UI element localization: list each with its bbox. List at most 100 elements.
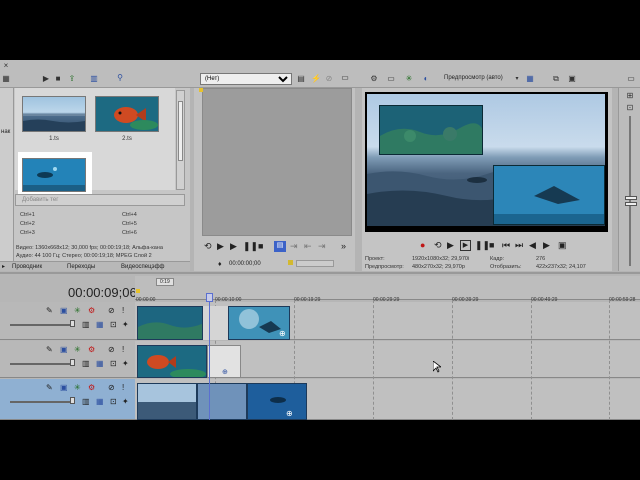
track-1-fade-icon[interactable]: ▥ [82,320,90,329]
trimmer-more-icon[interactable]: » [341,242,346,251]
pause-icon[interactable]: ❚❚ [475,241,490,250]
track-1-settings-icon[interactable]: ⚙ [88,306,95,315]
track-3-fx-icon[interactable]: ✳ [74,383,81,392]
track-header-1[interactable]: ✎ ▣ ✳ ⚙ ⊘ ! ▥ ▦ ⊡ ✦ [0,302,135,340]
external-monitor-icon[interactable]: ▭ [387,75,395,83]
import-icon[interactable]: ⇪ [68,75,76,83]
clip-track2-fx-icon[interactable]: ⊕ [222,368,228,376]
media-scrollbar-thumb[interactable] [178,101,183,161]
preview-quality-label[interactable]: Предпросмотр (авто) [444,75,503,81]
search-icon[interactable]: ⚲ [116,74,124,82]
track-3-level-slider[interactable] [10,401,72,403]
preview-more-icon[interactable]: ▣ [558,241,567,250]
play-icon[interactable]: ▶ [42,75,50,83]
loop-icon[interactable]: ⟲ [434,241,442,250]
track-1-lock-icon[interactable]: ⊡ [110,320,117,329]
media-thumbnail-1[interactable] [22,96,86,132]
go-start-icon[interactable]: ⏮ [502,241,510,250]
trimmer-add-before-icon[interactable]: ⇤ [304,242,312,251]
tag-input[interactable]: Добавить тег [15,194,185,206]
track-2-level-knob[interactable] [70,359,75,366]
track-2-motion-icon[interactable]: ▣ [60,345,68,354]
copy-frame-icon[interactable]: ⧉ [552,75,560,83]
preview-properties-icon[interactable]: ⚙ [370,75,378,83]
trimmer-mode-icon[interactable]: ▤ [274,241,286,252]
trimmer-play-icon[interactable]: ▶ [230,242,237,251]
track-2-solo-icon[interactable]: ! [122,345,124,354]
mixer-fader-knob-1[interactable] [625,196,637,200]
track-1-fx-icon[interactable]: ✳ [74,306,81,315]
next-frame-icon[interactable]: ▶ [543,241,550,250]
track-2-compositing-icon[interactable]: ✎ [46,345,53,354]
play-button[interactable]: ▶ [460,240,471,251]
mixer-fx-icon[interactable]: ⊞ [626,92,634,100]
track-1-motion-icon[interactable]: ▣ [60,306,68,315]
track-2-settings-icon[interactable]: ⚙ [88,345,95,354]
plugin-icon[interactable]: ⚡ [311,75,321,83]
stop-icon[interactable]: ■ [54,75,62,83]
clip-track1-reef[interactable] [137,306,203,340]
mixer-fader-track[interactable] [629,116,631,266]
track-1-level-slider[interactable] [10,324,72,326]
tab-video-fx[interactable]: Видеоспецэфф [121,264,165,270]
prev-frame-icon[interactable]: ◀ [529,241,536,250]
close-icon[interactable]: × [2,62,10,70]
trimmer-add-icon[interactable]: ⇥ [290,242,298,251]
track-1-blend-icon[interactable]: ▦ [96,320,104,329]
loop-region-marker[interactable] [136,289,140,293]
remove-icon[interactable]: ⊘ [325,75,333,83]
track-3-lock-icon[interactable]: ⊡ [110,397,117,406]
track-3-settings-icon[interactable]: ⚙ [88,383,95,392]
tab-arrow-icon[interactable]: ▸ [2,263,5,270]
track-2-lock-icon[interactable]: ⊡ [110,359,117,368]
clip-track3-crossfade[interactable] [197,383,247,420]
playhead-line[interactable] [209,293,210,420]
tab-explorer[interactable]: Проводник [12,264,42,270]
overlays-icon[interactable]: ▦ [526,75,534,83]
go-end-icon[interactable]: ⏭ [515,241,523,250]
transition-dropdown[interactable]: (Нет) [200,73,292,85]
track-3-pin-icon[interactable]: ✦ [122,397,129,406]
play-from-start-icon[interactable]: ▶ [447,241,454,250]
track-1-mute-icon[interactable]: ⊘ [108,306,115,315]
trimmer-add-after-icon[interactable]: ⇥ [318,242,326,251]
trimmer-range-bar[interactable] [296,260,334,267]
fx-icon[interactable]: ✳ [405,75,413,83]
media-thumbnail-2[interactable] [95,96,159,132]
clip-track3-fx-icon[interactable]: ⊕ [286,409,293,418]
track-3-mute-icon[interactable]: ⊘ [108,383,115,392]
trimmer-loop-icon[interactable]: ⟲ [204,242,212,251]
track-3-compositing-icon[interactable]: ✎ [46,383,53,392]
chevron-down-icon[interactable]: ▾ [513,75,521,83]
track-2-pin-icon[interactable]: ✦ [122,359,129,368]
track-2-blend-icon[interactable]: ▦ [96,359,104,368]
clip-track2-transition[interactable]: ⊕ [207,345,241,378]
track-3-blend-icon[interactable]: ▦ [96,397,104,406]
trimmer-zoom-icon[interactable] [288,260,293,265]
properties-icon[interactable]: ▤ [297,75,305,83]
track-1-compositing-icon[interactable]: ✎ [46,306,53,315]
track-2-fade-icon[interactable]: ▥ [82,359,90,368]
split-icon[interactable]: ◐ [422,75,430,83]
clip-track2-fish[interactable] [137,345,207,378]
track-1-pin-icon[interactable]: ✦ [122,320,129,329]
tab-transitions[interactable]: Переходы [67,264,95,270]
track-1-level-knob[interactable] [70,320,75,327]
track-2-mute-icon[interactable]: ⊘ [108,345,115,354]
grid-icon[interactable]: ▦ [2,75,10,83]
clip-track1-fx-icon[interactable]: ⊕ [279,329,286,338]
views-icon[interactable]: ▥ [90,75,98,83]
track-3-fade-icon[interactable]: ▥ [82,397,90,406]
save-frame-icon[interactable]: ▣ [568,75,576,83]
media-thumbnail-3[interactable] [22,158,86,192]
track-3-level-knob[interactable] [70,397,75,404]
mixer-settings-icon[interactable]: ⊡ [626,104,634,112]
playhead-handle[interactable] [206,293,213,302]
track-header-3[interactable]: ✎ ▣ ✳ ⚙ ⊘ ! ▥ ▦ ⊡ ✦ [0,379,135,420]
monitor-icon[interactable]: ▭ [341,74,349,82]
track-2-level-slider[interactable] [10,363,72,365]
media-scrollbar[interactable] [176,90,185,190]
trimmer-play-start-icon[interactable]: ▶ [217,242,224,251]
track-3-motion-icon[interactable]: ▣ [60,383,68,392]
monitor-right-icon[interactable]: ▭ [627,75,635,83]
